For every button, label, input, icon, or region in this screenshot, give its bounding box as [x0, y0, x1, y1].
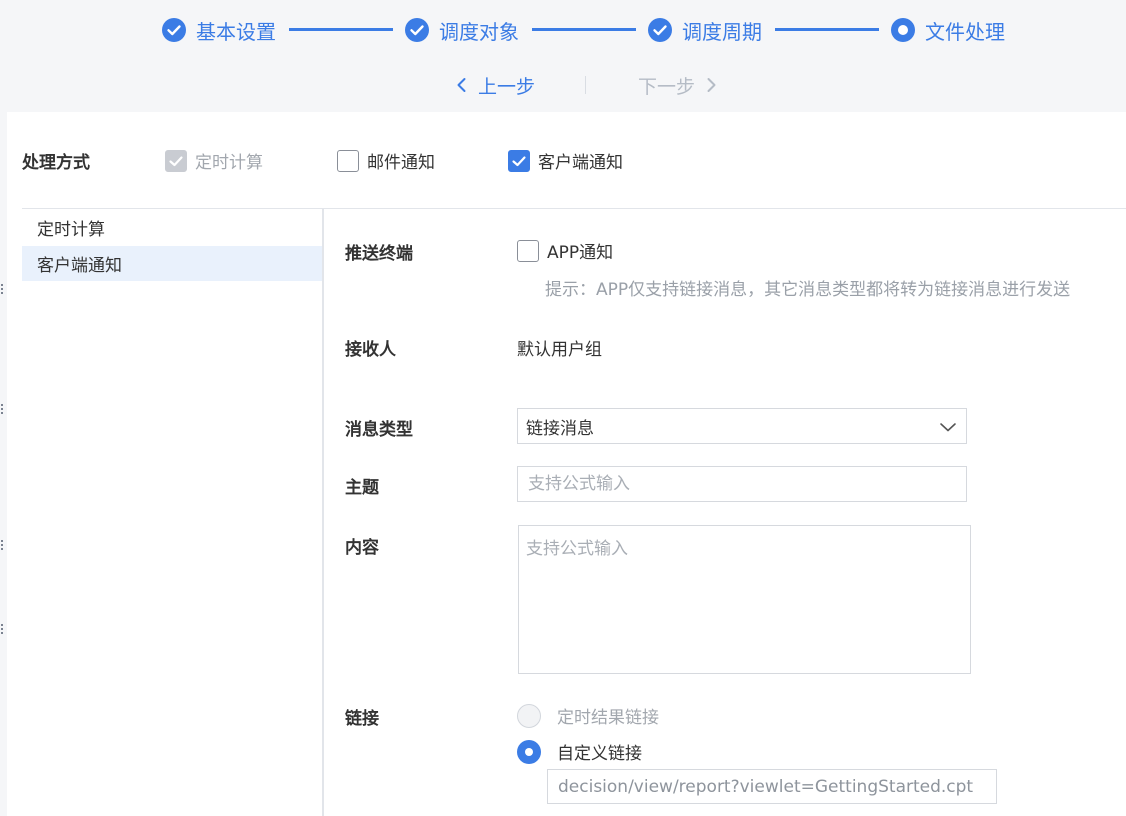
chevron-right-icon	[701, 75, 721, 95]
message-type-label: 消息类型	[345, 420, 413, 440]
subject-label: 主题	[345, 478, 379, 498]
checkbox-email-notify[interactable]: 邮件通知	[337, 148, 435, 173]
sidebar-item-scheduled-calc[interactable]: 定时计算	[22, 210, 322, 245]
checkbox-box	[337, 149, 359, 172]
content-label: 内容	[345, 538, 379, 558]
step-file-processing[interactable]: 文件处理	[891, 15, 1005, 45]
message-type-value: 链接消息	[526, 418, 594, 439]
radio-scheduled-result-link[interactable]: 定时结果链接	[517, 703, 659, 728]
next-step-button[interactable]: 下一步	[638, 72, 727, 98]
link-label: 链接	[345, 709, 379, 729]
checkbox-label: 邮件通知	[367, 153, 435, 173]
nav-divider	[585, 76, 586, 94]
radio-circle	[517, 739, 541, 764]
radio-label: 自定义链接	[557, 744, 642, 764]
app-notify-hint: 提示：APP仅支持链接消息，其它消息类型都将转为链接消息进行发送	[545, 280, 1071, 300]
step-label: 基本设置	[196, 19, 276, 44]
processing-method-label: 处理方式	[22, 153, 90, 173]
checkbox-label: 客户端通知	[538, 153, 623, 173]
drag-handle-icon[interactable]	[1, 624, 3, 634]
message-type-select[interactable]: 链接消息	[517, 408, 967, 444]
current-step-icon	[891, 18, 915, 42]
checkbox-app-notify[interactable]: APP通知	[517, 238, 613, 263]
step-schedule-object[interactable]: 调度对象	[405, 15, 519, 45]
checkbox-scheduled-calc[interactable]: 定时计算	[165, 148, 263, 173]
step-connector	[532, 28, 636, 31]
step-connector	[775, 28, 879, 31]
check-circle-icon	[162, 18, 186, 42]
left-edge-panel	[0, 112, 7, 816]
wizard-header: 基本设置 调度对象 调度周期 文件处理 上一步 下一步	[0, 0, 1126, 112]
radio-custom-link[interactable]: 自定义链接	[517, 739, 642, 764]
check-circle-icon	[405, 18, 429, 42]
chevron-down-icon	[938, 417, 958, 437]
next-step-label: 下一步	[638, 75, 696, 98]
content-textarea[interactable]	[518, 525, 971, 674]
drag-handle-icon[interactable]	[1, 404, 3, 414]
prev-step-button[interactable]: 上一步	[446, 72, 535, 98]
push-terminal-label: 推送终端	[345, 244, 413, 264]
step-connector	[289, 28, 393, 31]
checkbox-box	[508, 149, 530, 172]
step-label: 调度周期	[682, 19, 762, 44]
radio-circle	[517, 703, 541, 728]
checkbox-box	[165, 149, 187, 172]
section-divider	[22, 208, 1126, 209]
step-basic-settings[interactable]: 基本设置	[162, 15, 276, 45]
checkbox-client-notify[interactable]: 客户端通知	[508, 148, 623, 173]
checkbox-label: APP通知	[547, 243, 614, 263]
receiver-label: 接收人	[345, 340, 396, 360]
sidebar-item-client-notify[interactable]: 客户端通知	[22, 246, 322, 281]
step-label: 调度对象	[439, 19, 519, 44]
subject-input[interactable]	[517, 466, 967, 502]
check-circle-icon	[648, 18, 672, 42]
sidebar-item-label: 定时计算	[37, 220, 105, 240]
radio-label: 定时结果链接	[557, 708, 659, 728]
checkbox-label: 定时计算	[195, 153, 263, 173]
step-schedule-cycle[interactable]: 调度周期	[648, 15, 762, 45]
custom-link-input[interactable]	[547, 769, 997, 804]
chevron-left-icon	[452, 75, 472, 95]
drag-handle-icon[interactable]	[1, 540, 3, 550]
checkbox-box	[517, 239, 539, 262]
drag-handle-icon[interactable]	[1, 284, 3, 294]
sidebar-divider	[322, 209, 324, 816]
receiver-value: 默认用户组	[517, 340, 602, 360]
sidebar-item-label: 客户端通知	[37, 256, 122, 276]
prev-step-label: 上一步	[478, 75, 536, 98]
step-label: 文件处理	[925, 19, 1005, 44]
